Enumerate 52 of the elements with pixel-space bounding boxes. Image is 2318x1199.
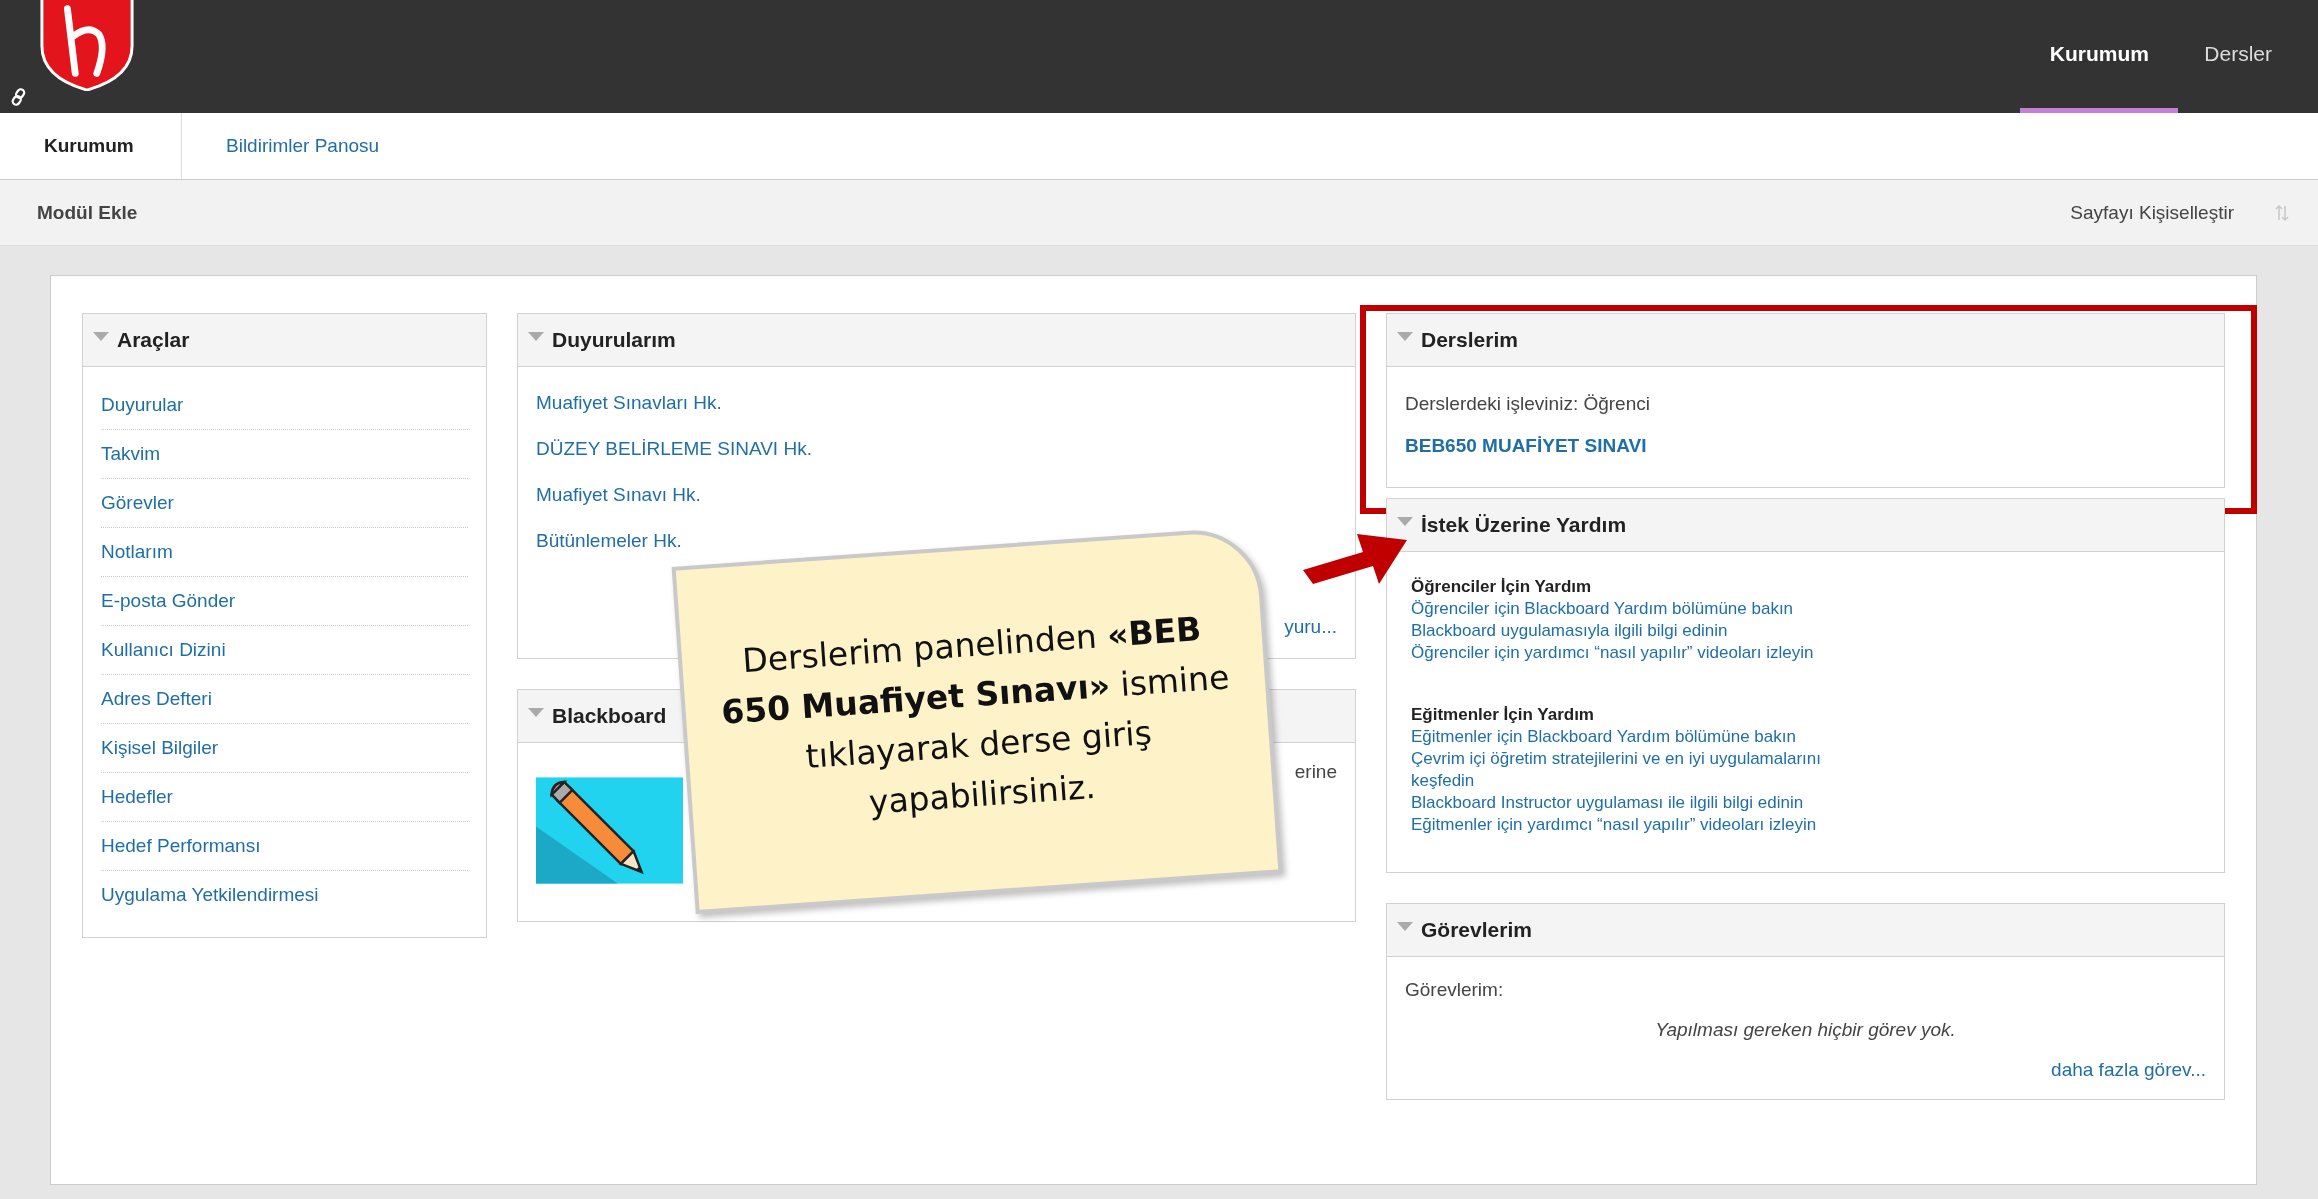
link-icon[interactable] (10, 88, 28, 106)
panel-text: erine (1294, 761, 1337, 782)
help-link[interactable]: Çevrim içi öğretim stratejilerini ve en iyi uygulamalarını keşfedin (1411, 748, 1881, 792)
add-module-button[interactable]: Modül Ekle (37, 201, 138, 224)
tool-link[interactable]: Görevler (101, 492, 174, 513)
tasks-label: Görevlerim: (1405, 979, 1505, 1001)
panel-title: Duyurularım (552, 328, 676, 352)
nav-tab[interactable]: Dersler (2178, 0, 2298, 113)
more-link[interactable]: daha fazla görev... (2051, 1059, 2206, 1081)
collapse-caret-icon[interactable] (1397, 516, 1413, 526)
tool-link[interactable]: Notlarım (101, 541, 173, 562)
announcement-link[interactable]: DÜZEY BELİRLEME SINAVI Hk. (536, 438, 1337, 460)
collapse-caret-icon[interactable] (93, 331, 109, 341)
callout-text: Derslerim panelinden «BEB 650 Muafiyet Sınavı» ismine tıklayarak derse giriş yapabilirsiniz. (719, 608, 1232, 824)
help-link[interactable]: Eğitmenler için Blackboard Yardım bölümüne bakın (1411, 726, 1881, 748)
tool-link[interactable]: Adres Defteri (101, 688, 212, 709)
panel-title: İstek Üzerine Yardım (1421, 513, 1627, 537)
help-heading: Eğitmenler İçin Yardım (1411, 704, 1595, 726)
collapse-caret-icon[interactable] (1397, 921, 1413, 931)
announcement-link[interactable]: Muafiyet Sınavı Hk. (536, 484, 1337, 506)
tool-link[interactable]: Kişisel Bilgiler (101, 737, 219, 758)
panel-title: Araçlar (117, 328, 190, 352)
tool-link[interactable]: Uygulama Yetkilendirmesi (101, 884, 319, 905)
help-link[interactable]: Öğrenciler için Blackboard Yardım bölümüne bakın (1411, 598, 1881, 620)
shield-logo-icon[interactable] (38, 0, 136, 91)
help-link[interactable]: Blackboard uygulamasıyla ilgili bilgi edinin (1411, 620, 1881, 642)
announcement-link[interactable]: Muafiyet Sınavları Hk. (536, 392, 1337, 414)
course-link[interactable]: BEB650 MUAFİYET SINAVI (1405, 435, 1647, 456)
tool-link[interactable]: Takvim (101, 443, 161, 464)
panel-title: Derslerim (1421, 328, 1518, 352)
sort-icon[interactable] (2274, 203, 2290, 222)
announcement-link[interactable]: Bütünlemeler Hk. (536, 530, 1337, 552)
help-link[interactable]: Blackboard Instructor uygulaması ile ilgili bilgi edinin (1411, 792, 1881, 814)
tool-link[interactable]: Hedefler (101, 786, 173, 807)
collapse-caret-icon[interactable] (528, 331, 544, 341)
help-link[interactable]: Öğrenciler için yardımcı “nasıl yapılır” videoları izleyin (1411, 642, 1881, 664)
tool-link[interactable]: E-posta Gönder (101, 590, 236, 611)
tool-link[interactable]: Hedef Performansı (101, 835, 261, 856)
personalize-page-button[interactable]: Sayfayı Kişiselleştir (2070, 201, 2234, 224)
empty-message: Yapılması gereken hiçbir görev yok. (1654, 1019, 1957, 1041)
role-text: Derslerdeki işleviniz: Öğrenci (1405, 393, 1651, 415)
tab[interactable]: Kurumum (0, 113, 182, 179)
tool-link[interactable]: Kullanıcı Dizini (101, 639, 226, 660)
more-link[interactable]: yuru... (1284, 616, 1337, 638)
tool-link[interactable]: Duyurular (101, 394, 184, 415)
help-heading: Öğrenciler İçin Yardım (1411, 576, 1593, 598)
panel-title: Blackboard (552, 704, 667, 728)
collapse-caret-icon[interactable] (1397, 331, 1413, 341)
collapse-caret-icon[interactable] (528, 707, 544, 717)
panel-title: Görevlerim (1421, 918, 1532, 942)
help-link[interactable]: Eğitmenler için yardımcı “nasıl yapılır” videoları izleyin (1411, 814, 1881, 836)
tab[interactable]: Bildirimler Panosu (182, 113, 416, 179)
